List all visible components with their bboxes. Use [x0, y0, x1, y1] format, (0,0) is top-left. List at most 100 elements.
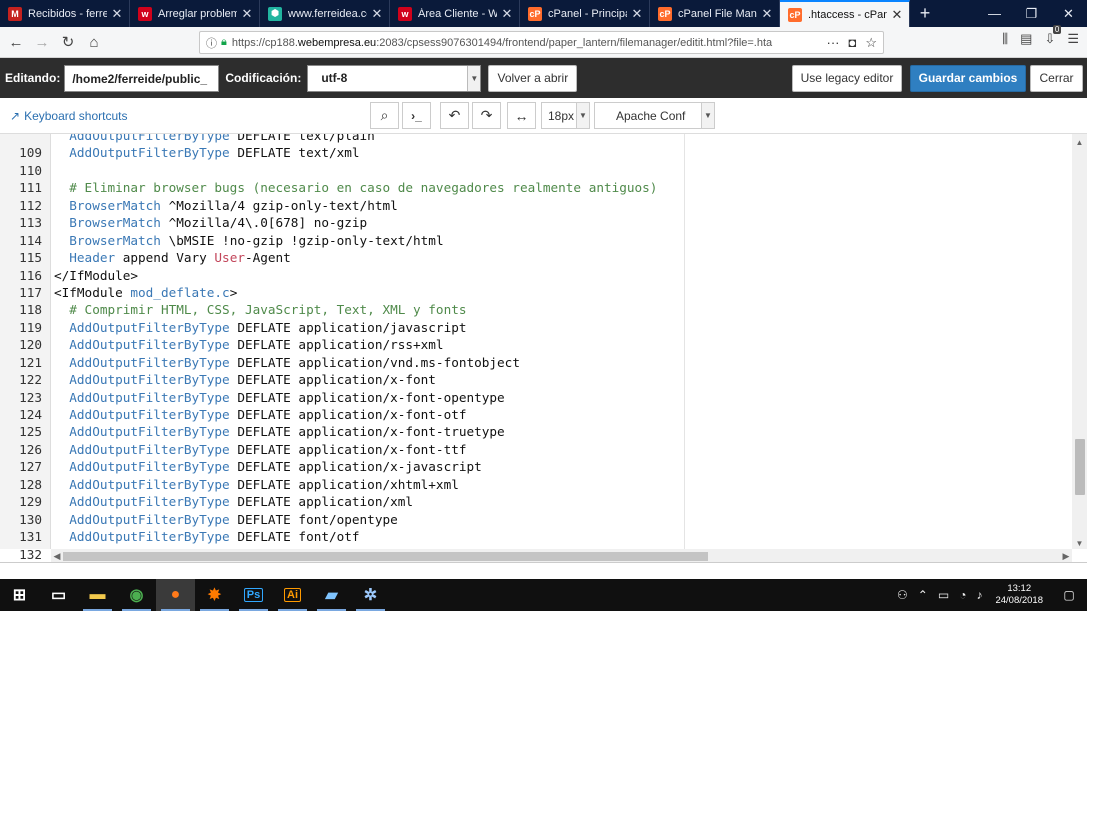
battery-icon[interactable]: ▭	[938, 588, 949, 602]
use-legacy-editor-button[interactable]: Use legacy editor	[792, 64, 902, 92]
code-line[interactable]: 122 AddOutputFilterByType DEFLATE applic…	[0, 371, 1072, 388]
code-text[interactable]: # Eliminar browser bugs (necesario en ca…	[54, 179, 657, 196]
code-line[interactable]: 121 AddOutputFilterByType DEFLATE applic…	[0, 354, 1072, 371]
avast-icon[interactable]: ✸	[195, 579, 234, 611]
code-editor[interactable]: AddOutputFilterByType DEFLATE text/plain…	[0, 134, 1087, 563]
code-line[interactable]: 115 Header append Vary User-Agent	[0, 249, 1072, 266]
browser-tab[interactable]: w Área Cliente - Webe ✕	[390, 0, 520, 27]
code-text[interactable]: AddOutputFilterByType DEFLATE applicatio…	[54, 458, 482, 475]
downloads-icon[interactable]: ⇩ 0	[1044, 25, 1062, 47]
code-text[interactable]: AddOutputFilterByType DEFLATE applicatio…	[54, 319, 466, 336]
code-line[interactable]: AddOutputFilterByType DEFLATE text/plain	[0, 134, 1072, 144]
goto-line-button[interactable]: ›_	[402, 102, 431, 129]
system-clock[interactable]: 13:12 24/08/2018	[995, 583, 1043, 607]
code-line[interactable]: 129 AddOutputFilterByType DEFLATE applic…	[0, 493, 1072, 510]
code-text[interactable]: AddOutputFilterByType DEFLATE applicatio…	[54, 423, 504, 440]
search-button[interactable]: ⌕	[370, 102, 399, 129]
code-line[interactable]: 118 # Comprimir HTML, CSS, JavaScript, T…	[0, 301, 1072, 318]
reload-button[interactable]: ↻	[55, 29, 81, 55]
task-view-icon[interactable]: ▭	[39, 579, 78, 611]
code-line[interactable]: 113 BrowserMatch ^Mozilla/4\.0[678] no-g…	[0, 214, 1072, 231]
action-center-icon[interactable]: ▢	[1051, 588, 1087, 602]
scroll-up-icon[interactable]: ▲	[1072, 136, 1087, 148]
volume-icon[interactable]: ♪	[976, 588, 982, 602]
close-tab-icon[interactable]: ✕	[111, 6, 123, 22]
browser-tab[interactable]: cP .htaccess - cPanel F ✕	[780, 0, 910, 27]
code-line[interactable]: 125 AddOutputFilterByType DEFLATE applic…	[0, 423, 1072, 440]
code-text[interactable]: <IfModule mod_deflate.c>	[54, 284, 237, 301]
code-text[interactable]: BrowserMatch \bMSIE !no-gzip !gzip-only-…	[54, 232, 443, 249]
photoshop-icon[interactable]: Ps	[234, 579, 273, 611]
chevron-down-icon[interactable]: ▼	[701, 103, 714, 128]
code-text[interactable]: AddOutputFilterByType DEFLATE applicatio…	[54, 336, 443, 353]
syntax-mode-select[interactable]: Apache Conf ▼	[594, 102, 715, 129]
chevron-down-icon[interactable]: ▼	[467, 65, 481, 91]
encoding-select[interactable]: utf-8 ▼	[307, 64, 482, 92]
close-tab-icon[interactable]: ✕	[501, 6, 513, 22]
bookmark-star-icon[interactable]: ☆	[865, 35, 877, 51]
code-text[interactable]: AddOutputFilterByType DEFLATE font/otf	[54, 528, 359, 545]
code-text[interactable]: AddOutputFilterByType DEFLATE applicatio…	[54, 493, 413, 510]
font-size-select[interactable]: 18px ▼	[541, 102, 590, 129]
code-line[interactable]: 112 BrowserMatch ^Mozilla/4 gzip-only-te…	[0, 197, 1072, 214]
library-icon[interactable]: ⫼	[1002, 31, 1008, 47]
code-text[interactable]: AddOutputFilterByType DEFLATE font/opent…	[54, 511, 397, 528]
browser-tab[interactable]: cP cPanel - Principal ✕	[520, 0, 650, 27]
close-tab-icon[interactable]: ✕	[241, 6, 253, 22]
code-line[interactable]: 110	[0, 162, 1072, 179]
url-bar[interactable]: ⓘ 🔒︎ https://cp188.webempresa.eu:2083/cp…	[199, 31, 884, 54]
browser-tab[interactable]: M Recibidos - ferreteri ✕	[0, 0, 130, 27]
minimize-window-button[interactable]: —	[976, 0, 1013, 27]
code-text[interactable]: AddOutputFilterByType DEFLATE text/xml	[54, 144, 359, 161]
code-text[interactable]: Header append Vary User-Agent	[54, 249, 291, 266]
windows-start-icon[interactable]: ⊞	[0, 579, 39, 611]
browser-tab[interactable]: ⬢ www.ferreidea.com ✕	[260, 0, 390, 27]
undo-button[interactable]: ↶	[440, 102, 469, 129]
code-line[interactable]: 130 AddOutputFilterByType DEFLATE font/o…	[0, 511, 1072, 528]
code-line[interactable]: 123 AddOutputFilterByType DEFLATE applic…	[0, 389, 1072, 406]
code-text[interactable]: AddOutputFilterByType DEFLATE applicatio…	[54, 441, 466, 458]
url-text[interactable]: https://cp188.webempresa.eu:2083/cpsess9…	[232, 37, 819, 49]
code-text[interactable]: BrowserMatch ^Mozilla/4 gzip-only-text/h…	[54, 197, 397, 214]
restore-window-button[interactable]: ❐	[1013, 0, 1050, 27]
code-line[interactable]: 128 AddOutputFilterByType DEFLATE applic…	[0, 476, 1072, 493]
code-line[interactable]: 109 AddOutputFilterByType DEFLATE text/x…	[0, 144, 1072, 161]
wifi-icon[interactable]: ◔	[959, 588, 966, 602]
browser-tab[interactable]: w Arreglar problemas ✕	[130, 0, 260, 27]
code-text[interactable]: AddOutputFilterByType DEFLATE applicatio…	[54, 406, 466, 423]
code-line[interactable]: 126 AddOutputFilterByType DEFLATE applic…	[0, 441, 1072, 458]
home-button[interactable]: ⌂	[81, 29, 107, 55]
code-lines[interactable]: AddOutputFilterByType DEFLATE text/plain…	[0, 134, 1072, 562]
hamburger-menu-icon[interactable]: ☰	[1067, 31, 1079, 47]
code-line[interactable]: 127 AddOutputFilterByType DEFLATE applic…	[0, 458, 1072, 475]
keyboard-shortcuts-link[interactable]: ↗ Keyboard shortcuts	[10, 109, 127, 123]
close-button[interactable]: Cerrar	[1030, 64, 1083, 92]
close-tab-icon[interactable]: ✕	[631, 6, 643, 22]
page-actions-icon[interactable]: ···	[826, 35, 839, 51]
show-hidden-icons-icon[interactable]: ⌃	[918, 588, 928, 602]
people-icon[interactable]: ⚇	[897, 588, 908, 602]
horizontal-scrollbar[interactable]: ◀ ▶	[51, 549, 1072, 562]
code-line[interactable]: 111 # Eliminar browser bugs (necesario e…	[0, 179, 1072, 196]
settings-app-icon[interactable]: ✲	[351, 579, 390, 611]
new-tab-button[interactable]: +	[910, 0, 940, 27]
code-line[interactable]: 124 AddOutputFilterByType DEFLATE applic…	[0, 406, 1072, 423]
chrome-icon[interactable]: ◉	[117, 579, 156, 611]
horizontal-scrollbar-thumb[interactable]	[63, 552, 708, 561]
wrap-toggle-button[interactable]: ↔	[507, 102, 536, 129]
info-icon[interactable]: ⓘ	[206, 35, 217, 51]
scroll-left-icon[interactable]: ◀	[51, 549, 63, 562]
browser-tab[interactable]: cP cPanel File Manager ✕	[650, 0, 780, 27]
code-text[interactable]: AddOutputFilterByType DEFLATE applicatio…	[54, 354, 520, 371]
code-text[interactable]: AddOutputFilterByType DEFLATE applicatio…	[54, 476, 459, 493]
code-line[interactable]: 120 AddOutputFilterByType DEFLATE applic…	[0, 336, 1072, 353]
redo-button[interactable]: ↷	[472, 102, 501, 129]
notes-icon[interactable]: ▰	[312, 579, 351, 611]
chevron-down-icon[interactable]: ▼	[576, 103, 589, 128]
code-text[interactable]: AddOutputFilterByType DEFLATE applicatio…	[54, 389, 504, 406]
reopen-button[interactable]: Volver a abrir	[488, 64, 578, 92]
code-line[interactable]: 114 BrowserMatch \bMSIE !no-gzip !gzip-o…	[0, 232, 1072, 249]
back-button[interactable]: ←	[3, 29, 29, 55]
scroll-down-icon[interactable]: ▼	[1072, 537, 1087, 549]
illustrator-icon[interactable]: Ai	[273, 579, 312, 611]
